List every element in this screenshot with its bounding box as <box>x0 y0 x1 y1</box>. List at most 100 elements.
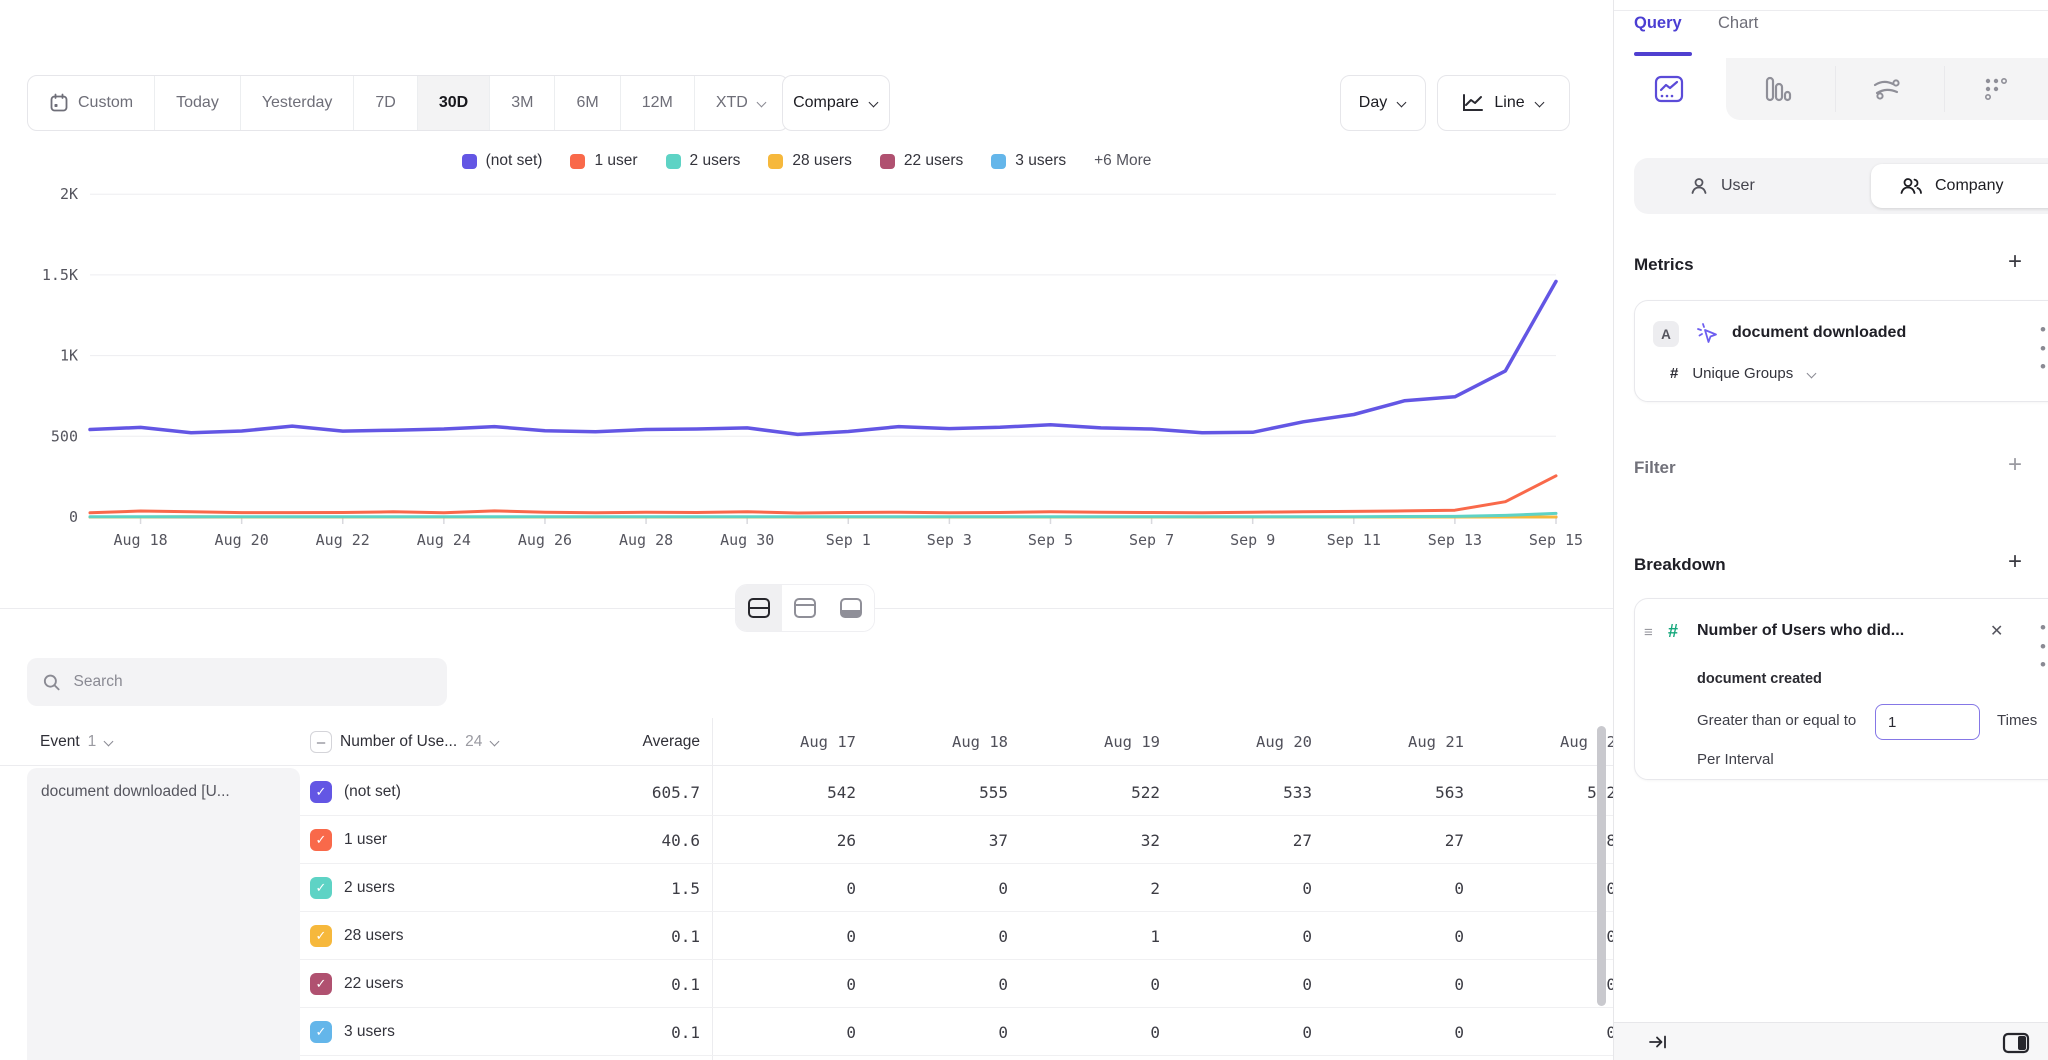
chevron-down-icon <box>104 737 114 747</box>
close-icon[interactable]: ✕ <box>1990 621 2003 641</box>
chart-legend: (not set) 1 user 2 users 28 users 22 users 3 … <box>0 152 1613 170</box>
range-button-30d[interactable]: 30D <box>417 76 489 130</box>
range-button-7d[interactable]: 7D <box>353 76 416 130</box>
metric-event-name[interactable]: document downloaded <box>1732 324 1906 342</box>
select-all-checkbox[interactable]: – <box>310 731 332 753</box>
chevron-down-icon <box>1535 98 1545 108</box>
x-axis-tick-label: Sep 13 <box>1428 531 1482 549</box>
metric-measure[interactable]: # Unique Groups <box>1670 365 1817 382</box>
compare-button[interactable]: Compare <box>782 75 890 131</box>
legend-label: 22 users <box>904 152 963 170</box>
row-value: 0 <box>1168 864 1320 912</box>
row-checkbox[interactable]: ✓ <box>310 829 332 851</box>
legend-item[interactable]: 28 users <box>768 152 851 170</box>
metric-more-menu[interactable]: ••• <box>2033 321 2048 377</box>
legend-item[interactable]: 22 users <box>880 152 963 170</box>
y-axis-tick-label: 500 <box>51 427 78 445</box>
legend-item[interactable]: 2 users <box>666 152 741 170</box>
layout-split-button[interactable] <box>736 585 782 631</box>
interval-button[interactable]: Day <box>1340 75 1426 131</box>
range-button-3m[interactable]: 3M <box>489 76 554 130</box>
row-checkbox[interactable]: ✓ <box>310 781 332 803</box>
breakdown-heading: Breakdown <box>1634 555 1726 575</box>
collapse-panel-icon[interactable] <box>1648 1033 1668 1051</box>
table-vertical-scrollbar[interactable] <box>1597 726 1606 1006</box>
range-button-12m[interactable]: 12M <box>620 76 694 130</box>
toggle-right-panel-icon[interactable] <box>2002 1032 2030 1054</box>
breakdown-event-name[interactable]: document created <box>1697 671 1822 687</box>
view-tab-dot-grid[interactable] <box>1941 58 2048 120</box>
chevron-down-icon <box>757 98 767 108</box>
row-checkbox[interactable]: ✓ <box>310 973 332 995</box>
date-column-header[interactable]: Aug 17 <box>712 718 864 766</box>
date-column-header[interactable]: Aug 22 <box>1472 718 1613 766</box>
layout-bottom-button[interactable] <box>828 585 874 631</box>
add-filter-button[interactable]: + <box>2004 455 2026 477</box>
event-column-header[interactable]: Event 1 <box>40 718 114 766</box>
tab-query[interactable]: Query <box>1634 14 1682 33</box>
add-breakdown-button[interactable]: + <box>2004 552 2026 574</box>
row-average: 1.5 <box>560 864 700 912</box>
breakdown-condition-label[interactable]: Greater than or equal to <box>1697 712 1856 729</box>
date-column-header[interactable]: Aug 21 <box>1320 718 1472 766</box>
row-separator <box>300 1055 1613 1056</box>
breakdown-card[interactable]: ≡ # Number of Users who did... ✕ ••• doc… <box>1634 598 2048 780</box>
group-header-label[interactable]: Number of Use... <box>340 733 457 751</box>
row-value: 555 <box>864 768 1016 816</box>
legend-label: 1 user <box>594 152 637 170</box>
row-value: 0 <box>1320 960 1472 1008</box>
breakdown-per-interval-label[interactable]: Per Interval <box>1697 751 1774 768</box>
range-label: 30D <box>439 94 468 112</box>
legend-more-link[interactable]: +6 More <box>1094 152 1151 170</box>
view-tab-stream[interactable] <box>1832 58 1941 120</box>
legend-item[interactable]: (not set) <box>462 152 543 170</box>
range-label: Custom <box>78 94 133 112</box>
breakdown-title[interactable]: Number of Users who did... <box>1697 622 1904 640</box>
row-value: 2 <box>1016 864 1168 912</box>
row-value: 28 <box>1472 816 1613 864</box>
row-value: 0 <box>1320 864 1472 912</box>
date-column-header[interactable]: Aug 19 <box>1016 718 1168 766</box>
date-column-header[interactable]: Aug 20 <box>1168 718 1320 766</box>
legend-swatch <box>880 154 895 169</box>
date-column-header[interactable]: Aug 18 <box>864 718 1016 766</box>
range-button-custom[interactable]: Custom <box>28 76 154 130</box>
series-line--not-set- <box>90 281 1556 434</box>
row-checkbox[interactable]: ✓ <box>310 877 332 899</box>
row-checkbox[interactable]: ✓ <box>310 925 332 947</box>
view-tab-line-chart[interactable] <box>1614 58 1723 120</box>
legend-item[interactable]: 3 users <box>991 152 1066 170</box>
row-value: 563 <box>1320 768 1472 816</box>
range-button-today[interactable]: Today <box>154 76 240 130</box>
breakdown-more-menu[interactable]: ••• <box>2033 619 2048 675</box>
range-label: XTD <box>716 94 748 112</box>
drag-handle-icon[interactable]: ≡ <box>1644 624 1653 641</box>
add-metric-button[interactable]: + <box>2004 252 2026 274</box>
chart-type-button[interactable]: Line <box>1437 75 1570 131</box>
legend-item[interactable]: 1 user <box>570 152 637 170</box>
row-value: 533 <box>1168 768 1320 816</box>
chevron-down-icon <box>490 737 500 747</box>
row-value: 0 <box>712 960 864 1008</box>
view-tab-bar-chart[interactable] <box>1723 58 1832 120</box>
scope-option-user[interactable]: User <box>1689 158 1755 214</box>
range-label: Yesterday <box>262 94 333 112</box>
range-label: 3M <box>511 94 533 112</box>
row-value: 0 <box>864 1008 1016 1056</box>
tab-chart[interactable]: Chart <box>1718 14 1758 33</box>
scope-option-company[interactable]: Company <box>1871 164 2048 208</box>
breakdown-value-input[interactable] <box>1875 704 1980 740</box>
query-panel: Query Chart <box>1613 0 2048 1060</box>
metric-card[interactable]: A document downloaded ••• # Unique Group… <box>1634 300 2048 402</box>
average-column-header[interactable]: Average <box>560 718 700 766</box>
row-value: 27 <box>1320 816 1472 864</box>
range-button-yesterday[interactable]: Yesterday <box>240 76 354 130</box>
row-checkbox[interactable]: ✓ <box>310 1021 332 1043</box>
range-button-6m[interactable]: 6M <box>554 76 619 130</box>
layout-top-button[interactable] <box>782 585 828 631</box>
range-button-xtd[interactable]: XTD <box>694 76 788 130</box>
search-input[interactable] <box>74 673 432 691</box>
line-chart[interactable]: 05001K1.5K2KAug 18Aug 20Aug 22Aug 24Aug … <box>0 170 1613 570</box>
dot-grid-icon <box>1983 76 2009 102</box>
analytics-app: Custom Today Yesterday 7D 30D 3M 6M12M XTD Comp… <box>0 0 2048 1060</box>
